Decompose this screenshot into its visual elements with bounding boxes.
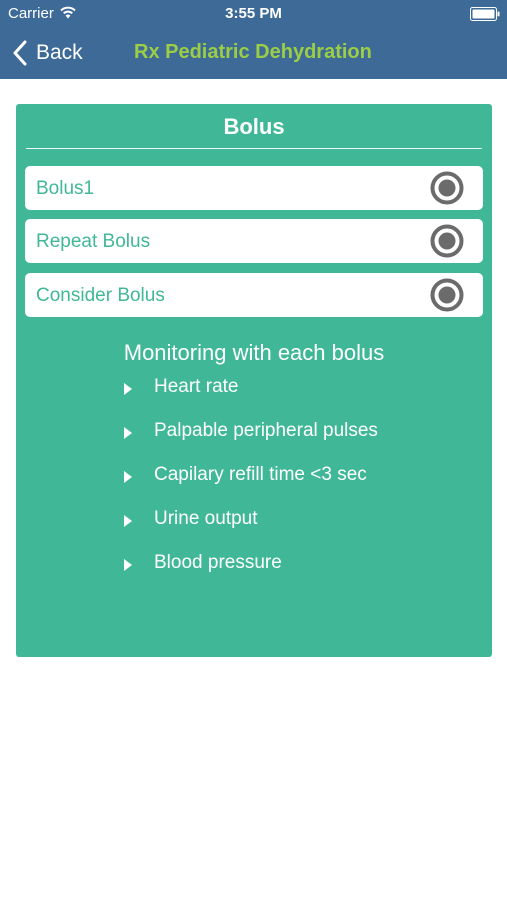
option-consider-bolus[interactable]: Consider Bolus (25, 273, 483, 317)
page-title: Rx Pediatric Dehydration (134, 41, 372, 63)
option-repeat-bolus[interactable]: Repeat Bolus (25, 219, 483, 263)
option-label: Bolus1 (36, 178, 95, 199)
back-button[interactable]: Back (12, 38, 83, 68)
list-item-text: Urine output (154, 508, 258, 529)
status-time: 3:55 PM (225, 5, 282, 22)
chevron-left-icon (13, 40, 27, 66)
triangle-bullet-icon (124, 383, 132, 395)
option-label: Consider Bolus (36, 285, 165, 306)
list-item: Urine output (124, 508, 378, 552)
triangle-bullet-icon (124, 515, 132, 527)
status-bar: Carrier 3:55 PM (0, 0, 507, 28)
battery-icon (470, 7, 500, 21)
title-divider (26, 148, 482, 149)
list-item-text: Heart rate (154, 376, 239, 397)
list-item: Palpable peripheral pulses (124, 420, 378, 464)
back-label: Back (36, 41, 83, 64)
option-label: Repeat Bolus (36, 231, 151, 252)
radio-selected-icon[interactable] (430, 224, 464, 258)
triangle-bullet-icon (124, 559, 132, 571)
bolus-card: Bolus Bolus1 Repeat Bolus Consider Bolus… (16, 104, 492, 657)
list-item-text: Capilary refill time <3 sec (154, 464, 367, 485)
option-bolus1[interactable]: Bolus1 (25, 166, 483, 210)
triangle-bullet-icon (124, 471, 132, 483)
monitoring-heading: Monitoring with each bolus (123, 340, 385, 365)
list-item-text: Palpable peripheral pulses (154, 420, 378, 441)
list-item-text: Blood pressure (154, 552, 282, 573)
radio-selected-icon[interactable] (430, 171, 464, 205)
triangle-bullet-icon (124, 427, 132, 439)
list-item: Heart rate (124, 376, 378, 420)
radio-selected-icon[interactable] (430, 278, 464, 312)
monitoring-list: Heart rate Palpable peripheral pulses Ca… (124, 376, 378, 596)
list-item: Capilary refill time <3 sec (124, 464, 378, 508)
list-item: Blood pressure (124, 552, 378, 596)
navigation-bar: Back Rx Pediatric Dehydration (0, 28, 507, 79)
card-title: Bolus (223, 114, 285, 139)
top-header: Carrier 3:55 PM Back Rx Pediatric Dehydr… (0, 0, 507, 79)
